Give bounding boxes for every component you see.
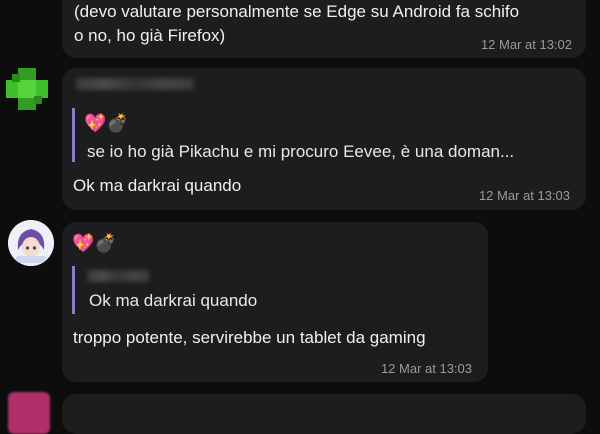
message-timestamp: 12 Mar at 13:03 bbox=[478, 188, 570, 203]
message-timestamp: 12 Mar at 13:02 bbox=[480, 37, 572, 52]
reply-quote[interactable]: Ok ma darkrai quando bbox=[72, 266, 478, 314]
message-text: troppo potente, servirebbe un tablet da … bbox=[73, 328, 426, 347]
reply-quote[interactable]: se io ho già Pikachu e mi procuro Eevee,… bbox=[72, 108, 576, 162]
anime-avatar-icon bbox=[8, 220, 54, 266]
message-bubble[interactable]: 💖💣 se io ho già Pikachu e mi procuro Eev… bbox=[62, 68, 586, 210]
message-text: Ok ma darkrai quando bbox=[73, 176, 242, 195]
message-bubble[interactable]: (devo valutare personalmente se Edge su … bbox=[62, 0, 586, 58]
avatar[interactable] bbox=[6, 68, 48, 110]
avatar[interactable] bbox=[8, 392, 50, 434]
message-bubble[interactable] bbox=[62, 394, 586, 434]
quoted-sender-blurred bbox=[87, 270, 149, 282]
sender-name-blurred bbox=[76, 78, 194, 90]
pixelated-avatar-icon bbox=[6, 68, 48, 110]
message-bubble[interactable]: 💖💣 Ok ma darkrai quando troppo potente, … bbox=[62, 222, 488, 382]
sender-emojis: 💖💣 bbox=[72, 233, 117, 253]
avatar[interactable] bbox=[8, 220, 54, 266]
message-timestamp: 12 Mar at 13:03 bbox=[380, 361, 472, 376]
quoted-message-text: se io ho già Pikachu e mi procuro Eevee,… bbox=[87, 142, 515, 161]
quoted-message-text: Ok ma darkrai quando bbox=[89, 291, 258, 310]
